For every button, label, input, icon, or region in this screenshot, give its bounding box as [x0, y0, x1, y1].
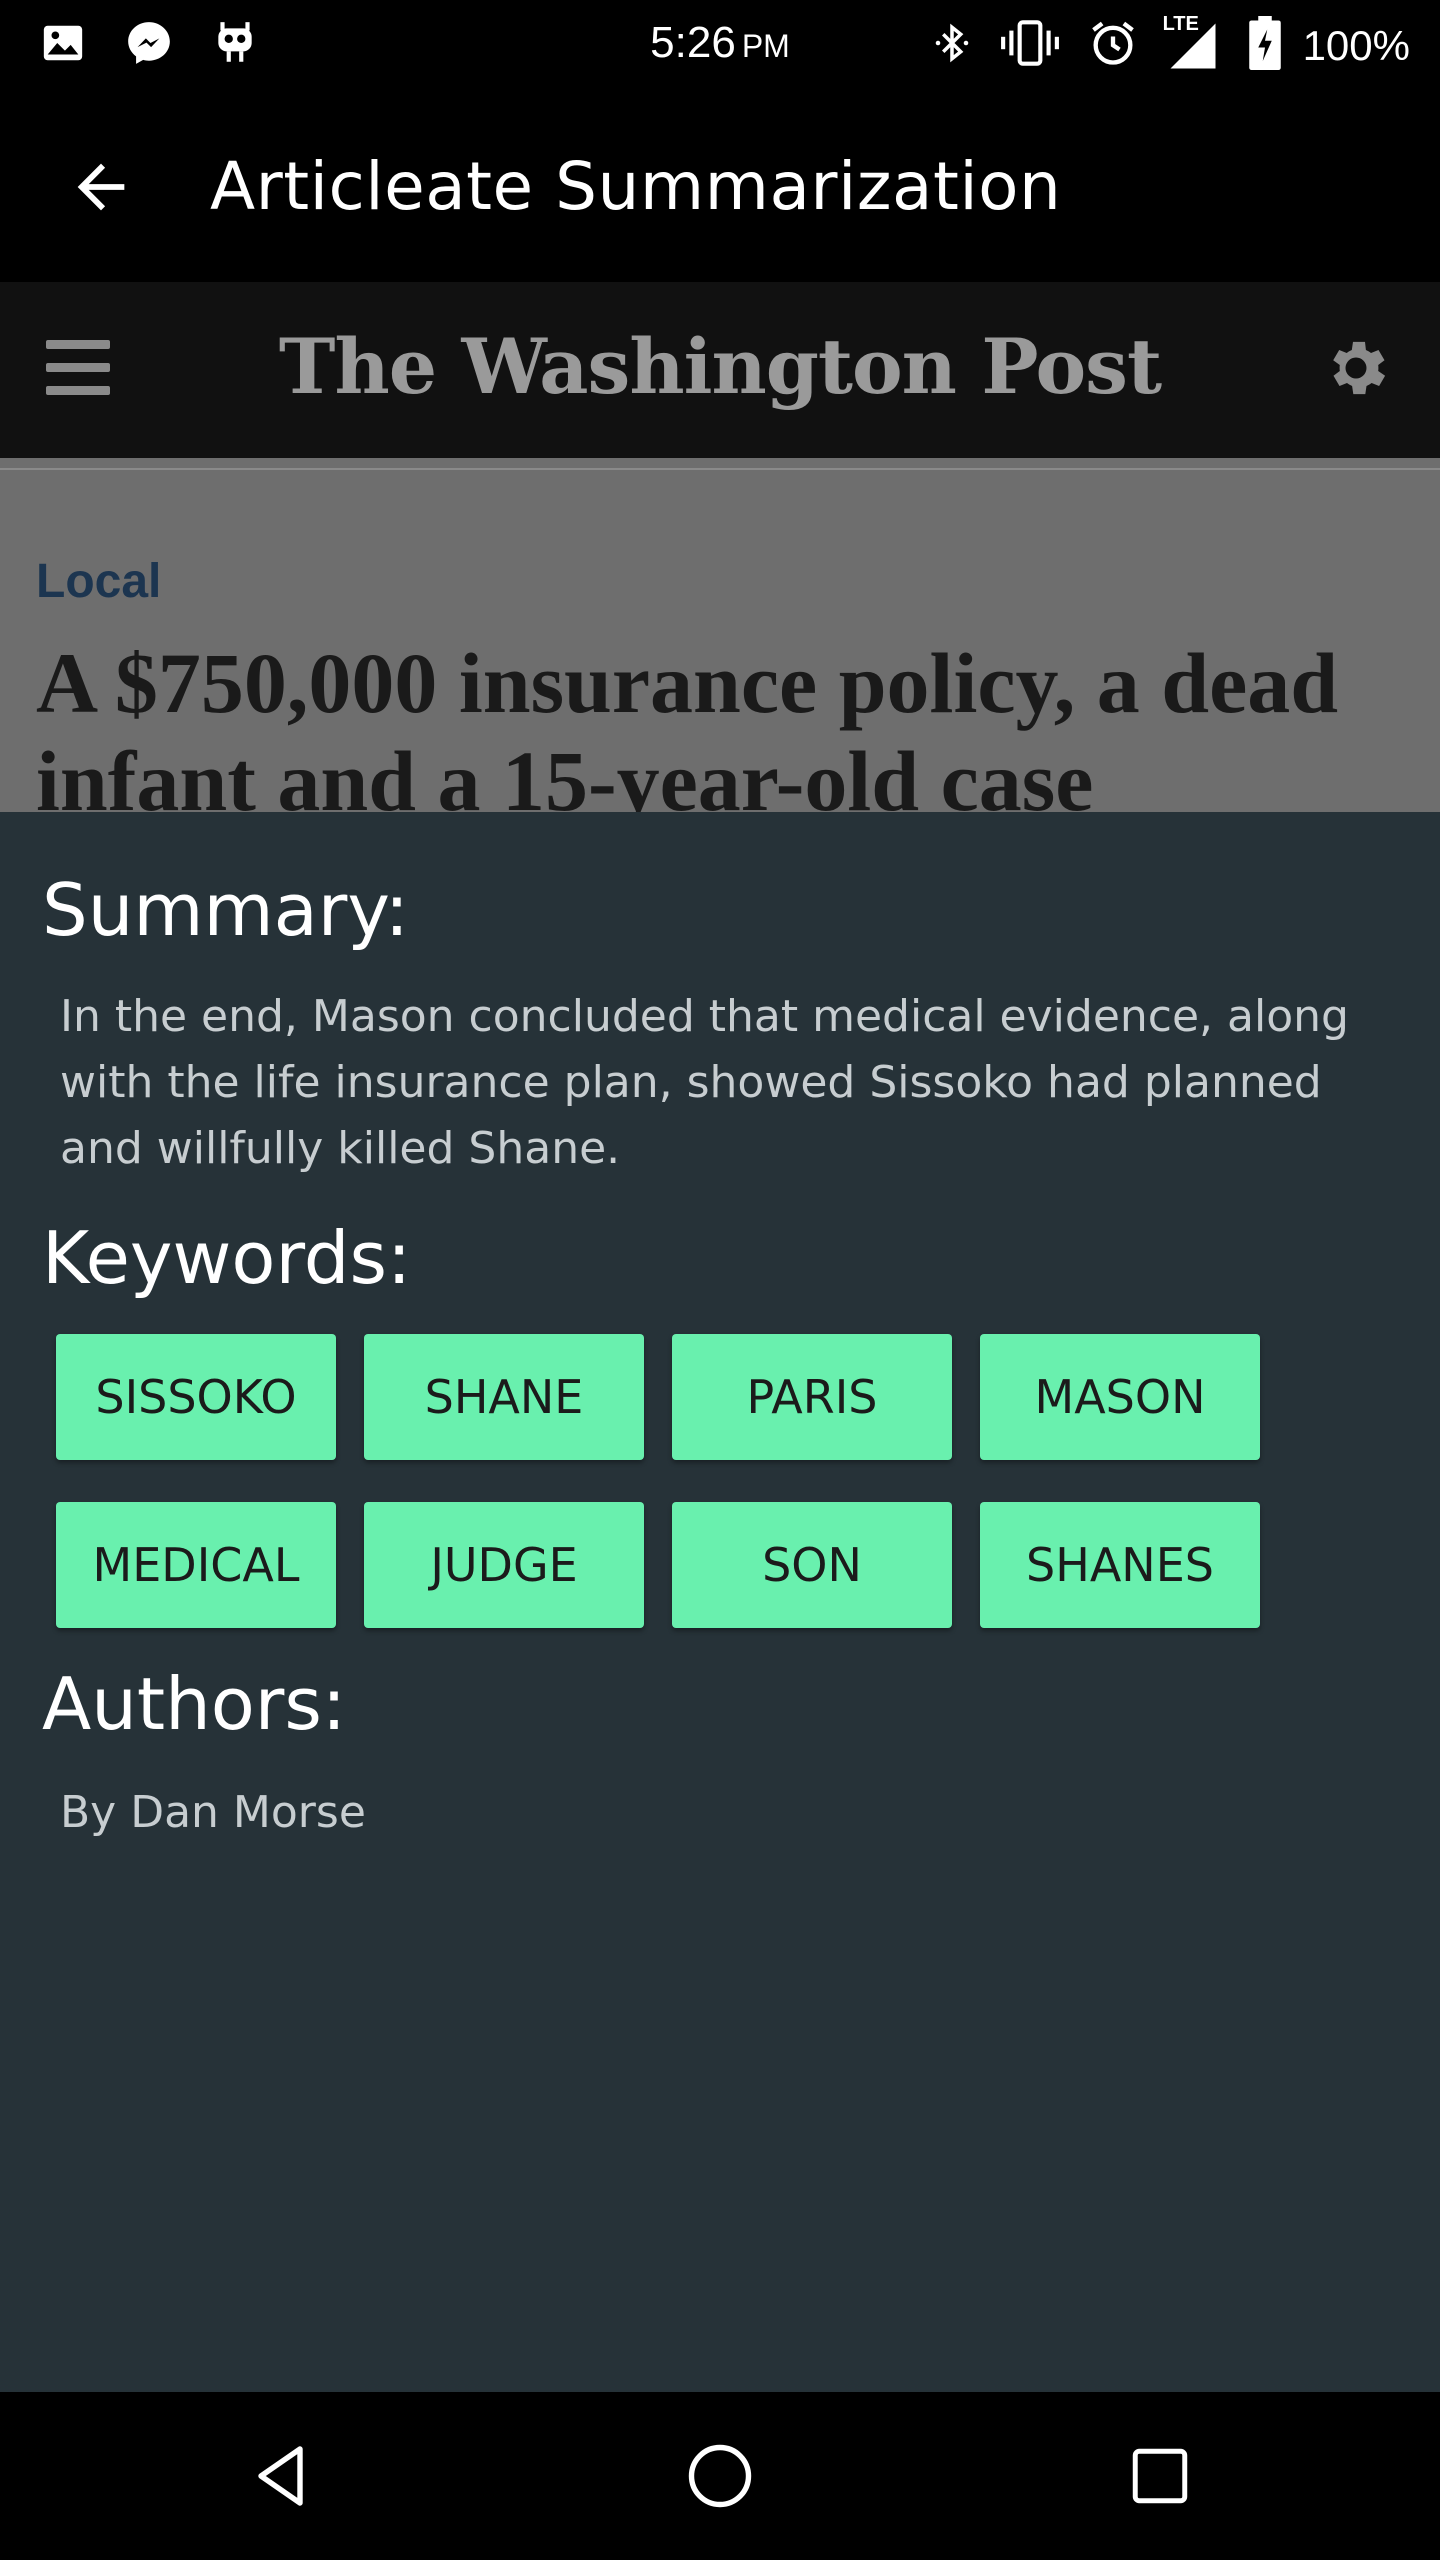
navigation-bar — [0, 2392, 1440, 2560]
divider — [0, 468, 1440, 470]
section-label[interactable]: Local — [36, 554, 161, 609]
keyword-button[interactable]: SHANES — [980, 1502, 1260, 1628]
signal-icon: LTE — [1163, 13, 1221, 73]
keyword-button[interactable]: SHANE — [364, 1334, 644, 1460]
app-title: Articleate Summarization — [210, 148, 1062, 225]
nav-home-icon[interactable] — [670, 2426, 770, 2526]
keyword-button[interactable]: SON — [672, 1502, 952, 1628]
app-bar: Articleate Summarization — [0, 92, 1440, 282]
keywords-heading: Keywords: — [42, 1216, 412, 1300]
alarm-icon — [1087, 17, 1139, 74]
summary-text: In the end, Mason concluded that medical… — [60, 991, 1349, 1174]
article-webview[interactable]: The Washington Post Local A $750,000 ins… — [0, 282, 1440, 812]
back-arrow-icon[interactable] — [56, 142, 146, 232]
nav-recents-icon[interactable] — [1110, 2426, 1210, 2526]
status-bar: 5:26 PM LTE 100% — [0, 0, 1440, 92]
vibrate-icon — [999, 18, 1061, 73]
summary-heading: Summary: — [42, 868, 409, 952]
summary-sheet: Summary: In the end, Mason concluded tha… — [0, 812, 1440, 2392]
battery-percent: 100% — [1302, 21, 1410, 69]
keyword-button[interactable]: JUDGE — [364, 1502, 644, 1628]
battery-icon — [1247, 16, 1283, 75]
bluetooth-icon — [931, 18, 973, 73]
keyword-button[interactable]: MEDICAL — [56, 1502, 336, 1628]
wp-logo: The Washington Post — [278, 322, 1162, 411]
nav-back-icon[interactable] — [232, 2426, 332, 2526]
wp-header: The Washington Post — [0, 282, 1440, 458]
authors-heading: Authors: — [42, 1662, 347, 1746]
keyword-button[interactable]: SISSOKO — [56, 1334, 336, 1460]
keyword-button[interactable]: PARIS — [672, 1334, 952, 1460]
authors-text: By Dan Morse — [60, 1787, 366, 1838]
article-headline: A $750,000 insurance policy, a dead infa… — [36, 635, 1339, 812]
keyword-button[interactable]: MASON — [980, 1334, 1260, 1460]
gear-icon[interactable] — [1320, 332, 1392, 404]
